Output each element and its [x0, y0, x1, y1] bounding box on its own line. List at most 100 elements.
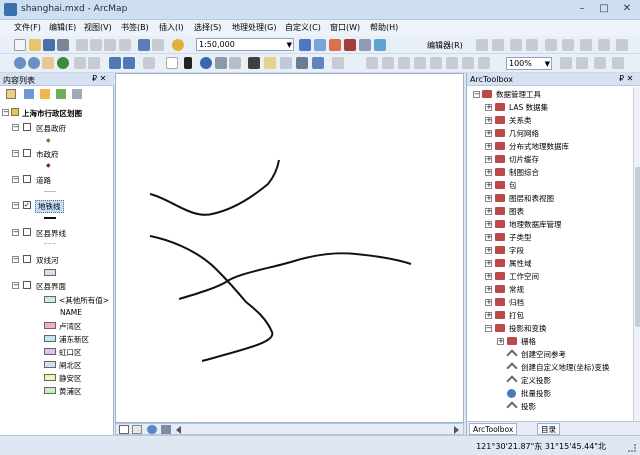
layer-name-city-government[interactable]: 市政府	[36, 149, 59, 160]
expand-collapse-icon[interactable]: +	[485, 156, 492, 163]
expand-collapse-icon[interactable]: +	[485, 182, 492, 189]
menu-bookmarks[interactable]: 书签(B)	[121, 22, 149, 33]
toolset-distributed-geodatabase[interactable]: 分布式地理数据库	[509, 141, 569, 152]
expand-collapse-icon[interactable]: −	[12, 282, 19, 289]
expand-collapse-icon[interactable]: +	[485, 247, 492, 254]
list-by-selection-icon[interactable]	[56, 89, 66, 99]
forward-extent-icon[interactable]	[123, 57, 135, 69]
expand-collapse-icon[interactable]: +	[485, 299, 492, 306]
menu-edit[interactable]: 编辑(E)	[49, 22, 76, 33]
menu-file[interactable]: 文件(F)	[14, 22, 41, 33]
layout-grid-icon[interactable]	[462, 57, 474, 69]
python-window-icon[interactable]	[359, 39, 371, 51]
menu-window[interactable]: 窗口(W)	[330, 22, 360, 33]
toggle-draft-mode-icon[interactable]	[560, 57, 572, 69]
model-builder-icon[interactable]	[374, 39, 386, 51]
open-folder-icon[interactable]	[29, 39, 41, 51]
menu-insert[interactable]: 插入(I)	[159, 22, 184, 33]
expand-collapse-icon[interactable]: +	[485, 104, 492, 111]
create-viewer-window-icon[interactable]	[312, 57, 324, 69]
toolset-general[interactable]: 常规	[509, 284, 524, 295]
data-view-icon[interactable]	[119, 425, 129, 434]
tool-define-projection[interactable]: 定义投影	[521, 375, 551, 386]
trace-icon[interactable]	[545, 39, 557, 51]
refresh-icon[interactable]	[147, 425, 157, 434]
layout-zoom-icon[interactable]	[332, 57, 344, 69]
expand-collapse-icon[interactable]: −	[12, 176, 19, 183]
expand-collapse-icon[interactable]: −	[12, 229, 19, 236]
expand-collapse-icon[interactable]: +	[485, 130, 492, 137]
arctoolbox-icon[interactable]	[344, 39, 356, 51]
tool-create-spatial-reference[interactable]: 创建空间参考	[521, 349, 566, 360]
identify-icon[interactable]	[200, 57, 212, 69]
catalog-icon[interactable]	[329, 39, 341, 51]
toolset-archiving[interactable]: 归档	[509, 297, 524, 308]
toolset-packaging[interactable]: 打包	[509, 310, 524, 321]
menu-help[interactable]: 帮助(H)	[370, 22, 398, 33]
toolset-relationship-class[interactable]: 关系类	[509, 115, 532, 126]
resize-grip-icon[interactable]	[628, 444, 636, 452]
expand-collapse-icon[interactable]: +	[485, 234, 492, 241]
scroll-right-icon[interactable]	[454, 426, 459, 434]
tab-catalog[interactable]: 目录	[537, 423, 560, 435]
clear-selection-icon[interactable]	[166, 57, 178, 69]
print-icon[interactable]	[57, 39, 69, 51]
find-icon[interactable]	[215, 57, 227, 69]
endpoint-arc-icon[interactable]	[526, 39, 538, 51]
expand-collapse-icon[interactable]: +	[485, 273, 492, 280]
expand-collapse-icon[interactable]: −	[12, 202, 19, 209]
select-elements-icon[interactable]	[184, 57, 192, 69]
toolset-las-dataset[interactable]: LAS 数据集	[509, 102, 548, 113]
layout-zoom-combo[interactable]: 100% ▼	[506, 57, 552, 70]
zoom-in-icon[interactable]	[14, 57, 26, 69]
layer-name-subway-line[interactable]: 地铁线	[35, 200, 64, 213]
measure-icon[interactable]	[248, 57, 260, 69]
map-scale-combo[interactable]: 1:50,000 ▼	[196, 38, 294, 51]
select-features-icon[interactable]	[143, 57, 155, 69]
go-to-xy-icon[interactable]	[229, 57, 241, 69]
toolset-package[interactable]: 包	[509, 180, 517, 191]
pause-drawing-icon[interactable]	[161, 425, 171, 434]
change-layout-icon[interactable]	[594, 57, 606, 69]
redo-icon[interactable]	[152, 39, 164, 51]
layout-fixed-zoom-icon[interactable]	[398, 57, 410, 69]
attributes-icon[interactable]	[598, 39, 610, 51]
toolset-subtypes[interactable]: 子类型	[509, 232, 532, 243]
toolset-tile-cache[interactable]: 切片缓存	[509, 154, 539, 165]
toolset-generalization[interactable]: 制图综合	[509, 167, 539, 178]
focus-data-frame-icon[interactable]	[576, 57, 588, 69]
layer-visibility-checkbox[interactable]	[23, 255, 31, 263]
sketch-properties-icon[interactable]	[616, 39, 628, 51]
toolbox-data-management[interactable]: 数据管理工具	[496, 89, 541, 100]
expand-collapse-icon[interactable]: −	[485, 325, 492, 332]
back-extent-icon[interactable]	[109, 57, 121, 69]
expand-collapse-icon[interactable]: +	[485, 286, 492, 293]
hyperlink-icon[interactable]	[264, 57, 276, 69]
layout-select-icon[interactable]	[478, 57, 490, 69]
tool-create-custom-geographic-transformation[interactable]: 创建自定义地理(坐标)变换	[521, 362, 609, 373]
toc-options-icon[interactable]	[72, 89, 82, 99]
layout-view-icon[interactable]	[132, 425, 142, 434]
layer-visibility-checkbox[interactable]	[23, 281, 31, 289]
copy-icon[interactable]	[90, 39, 102, 51]
expand-collapse-icon[interactable]: +	[497, 338, 504, 345]
expand-collapse-icon[interactable]: −	[12, 256, 19, 263]
expand-collapse-icon[interactable]: −	[473, 91, 480, 98]
tab-arctoolbox[interactable]: ArcToolbox	[469, 423, 518, 435]
new-document-icon[interactable]	[14, 39, 26, 51]
expand-collapse-icon[interactable]: +	[485, 143, 492, 150]
straight-segment-icon[interactable]	[510, 39, 522, 51]
map-canvas[interactable]	[115, 73, 464, 423]
rotate-tool-icon[interactable]	[580, 39, 592, 51]
pan-icon[interactable]	[42, 57, 54, 69]
layer-name-district-area[interactable]: 区县界面	[36, 281, 66, 292]
expand-collapse-icon[interactable]: +	[485, 169, 492, 176]
toc-pin-close-icon[interactable]: ₽ ✕	[92, 74, 106, 83]
toolset-graph[interactable]: 图表	[509, 206, 524, 217]
fixed-zoom-out-icon[interactable]	[88, 57, 100, 69]
time-slider-icon[interactable]	[296, 57, 308, 69]
layer-visibility-checkbox[interactable]	[23, 123, 31, 131]
expand-collapse-icon[interactable]: +	[485, 208, 492, 215]
html-popup-icon[interactable]	[280, 57, 292, 69]
layout-zoom-whole-icon[interactable]	[382, 57, 394, 69]
